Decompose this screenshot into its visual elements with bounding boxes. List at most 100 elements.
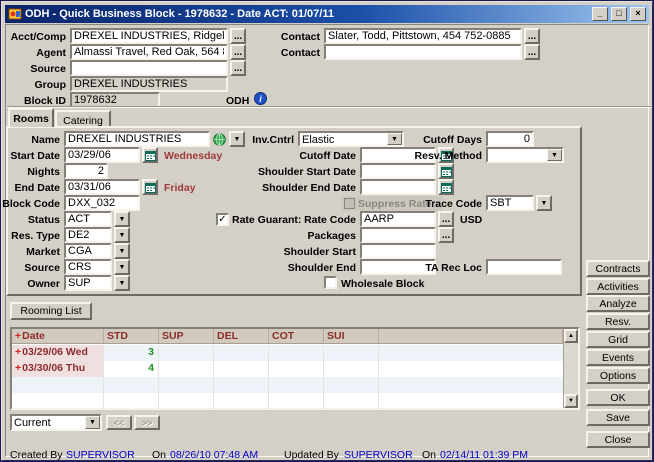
grid-row-1[interactable]: +03/29/06 Wed 3 — [12, 345, 563, 361]
contact1-lookup-button[interactable]: ... — [524, 28, 540, 44]
agent-field[interactable] — [70, 44, 228, 60]
trace-code-field[interactable] — [486, 195, 534, 211]
save-button[interactable]: Save — [586, 409, 650, 426]
grid-row-1-del[interactable] — [214, 345, 269, 361]
packages-field[interactable] — [360, 227, 436, 243]
market-field[interactable] — [64, 243, 112, 259]
shoulder-end-date-calendar-icon[interactable] — [438, 179, 454, 195]
end-date-field[interactable] — [64, 179, 140, 195]
close-window-button[interactable]: × — [630, 7, 646, 21]
analyze-button[interactable]: Analyze — [586, 295, 650, 312]
grid-row-3-sup[interactable] — [159, 377, 214, 393]
inv-cntrl-combobox[interactable]: Elastic ▼ — [298, 131, 404, 147]
trace-code-dropdown-button[interactable]: ▼ — [536, 195, 552, 211]
grid-row-4-sup[interactable] — [159, 393, 214, 409]
resv-method-dropdown-icon[interactable]: ▼ — [547, 149, 562, 161]
scroll-down-icon[interactable]: ▼ — [564, 394, 578, 408]
grid-row-2-sui[interactable] — [324, 361, 379, 377]
resv-button[interactable]: Resv. — [586, 313, 650, 330]
close-button[interactable]: Close — [586, 431, 650, 448]
source-lookup-button[interactable]: ... — [230, 60, 246, 76]
shoulder-start-date-calendar-icon[interactable] — [438, 163, 454, 179]
grid-row-2-cot[interactable] — [269, 361, 324, 377]
contracts-button[interactable]: Contracts — [586, 260, 650, 277]
start-date-field[interactable] — [64, 147, 140, 163]
grid-header-std[interactable]: STD — [104, 329, 159, 343]
grid-row-4[interactable] — [12, 393, 563, 409]
agent-lookup-button[interactable]: ... — [230, 44, 246, 60]
wholesale-block-checkbox[interactable] — [324, 276, 337, 289]
profile-globe-icon[interactable] — [213, 133, 226, 146]
resv-method-combobox[interactable]: ▼ — [486, 147, 564, 163]
status-field[interactable] — [64, 211, 112, 227]
shoulder-start-date-field[interactable] — [360, 163, 436, 179]
grid-row-4-std[interactable] — [104, 393, 159, 409]
grid-row-3-cot[interactable] — [269, 377, 324, 393]
grid-scrollbar[interactable]: ▲ ▼ — [563, 329, 578, 408]
ok-button[interactable]: OK — [586, 389, 650, 406]
contact2-lookup-button[interactable]: ... — [524, 44, 540, 60]
grid-row-2-std[interactable]: 4 — [104, 361, 159, 377]
grid-header-sup[interactable]: SUP — [159, 329, 214, 343]
rate-code-field[interactable] — [360, 211, 436, 227]
maximize-button[interactable]: □ — [611, 7, 627, 21]
prev-page-button[interactable]: << — [106, 415, 132, 430]
acct-comp-lookup-button[interactable]: ... — [230, 28, 246, 44]
acct-comp-field[interactable] — [70, 28, 228, 44]
market-dropdown-button[interactable]: ▼ — [114, 243, 130, 259]
grid-row-2-del[interactable] — [214, 361, 269, 377]
tab-catering[interactable]: Catering — [55, 110, 111, 127]
ta-rec-loc-field[interactable] — [486, 259, 562, 275]
shoulder-end-date-field[interactable] — [360, 179, 436, 195]
minimize-button[interactable]: _ — [592, 7, 608, 21]
tab-rooms[interactable]: Rooms — [8, 108, 54, 127]
grid-row-1-std[interactable]: 3 — [104, 345, 159, 361]
grid-row-3-std[interactable] — [104, 377, 159, 393]
rooming-list-button[interactable]: Rooming List — [10, 302, 92, 320]
grid-row-1-sup[interactable] — [159, 345, 214, 361]
options-button[interactable]: Options — [586, 367, 650, 384]
rate-code-lookup-button[interactable]: ... — [438, 211, 454, 227]
row-expand-icon[interactable]: + — [15, 346, 21, 358]
res-type-field[interactable] — [64, 227, 112, 243]
block-source-field[interactable] — [64, 259, 112, 275]
grid-row-4-sui[interactable] — [324, 393, 379, 409]
res-type-dropdown-button[interactable]: ▼ — [114, 227, 130, 243]
contact1-field[interactable] — [324, 28, 522, 44]
contact2-field[interactable] — [324, 44, 522, 60]
grid-row-4-cot[interactable] — [269, 393, 324, 409]
grid-header-date[interactable]: +Date — [12, 329, 104, 343]
events-button[interactable]: Events — [586, 349, 650, 366]
end-date-calendar-icon[interactable] — [142, 179, 158, 195]
owner-field[interactable] — [64, 275, 112, 291]
cutoff-days-field[interactable] — [486, 131, 534, 147]
grid-row-2-sup[interactable] — [159, 361, 214, 377]
packages-lookup-button[interactable]: ... — [438, 227, 454, 243]
inv-cntrl-dropdown-icon[interactable]: ▼ — [387, 133, 402, 145]
block-code-field[interactable] — [64, 195, 140, 211]
row-expand-icon[interactable]: + — [15, 362, 21, 374]
expand-all-icon[interactable]: + — [15, 330, 21, 342]
start-date-calendar-icon[interactable] — [142, 147, 158, 163]
nights-field[interactable] — [64, 163, 108, 179]
name-field[interactable] — [64, 131, 210, 147]
grid-row-1-sui[interactable] — [324, 345, 379, 361]
grid-view-combobox[interactable]: Current ▼ — [10, 414, 102, 431]
grid-button[interactable]: Grid — [586, 331, 650, 348]
grid-header-sui[interactable]: SUI — [324, 329, 379, 343]
activities-button[interactable]: Activities — [586, 278, 650, 295]
next-page-button[interactable]: >> — [134, 415, 160, 430]
grid-row-4-del[interactable] — [214, 393, 269, 409]
grid-header-del[interactable]: DEL — [214, 329, 269, 343]
grid-row-1-cot[interactable] — [269, 345, 324, 361]
status-dropdown-button[interactable]: ▼ — [114, 211, 130, 227]
grid-row-3-del[interactable] — [214, 377, 269, 393]
scroll-up-icon[interactable]: ▲ — [564, 329, 578, 343]
grid-row-2[interactable]: +03/30/06 Thu 4 — [12, 361, 563, 377]
grid-row-3-sui[interactable] — [324, 377, 379, 393]
rate-guarant-checkbox[interactable]: ✓ — [216, 213, 229, 226]
owner-dropdown-button[interactable]: ▼ — [114, 275, 130, 291]
grid-row-3[interactable] — [12, 377, 563, 393]
grid-view-dropdown-icon[interactable]: ▼ — [85, 416, 100, 429]
block-source-dropdown-button[interactable]: ▼ — [114, 259, 130, 275]
